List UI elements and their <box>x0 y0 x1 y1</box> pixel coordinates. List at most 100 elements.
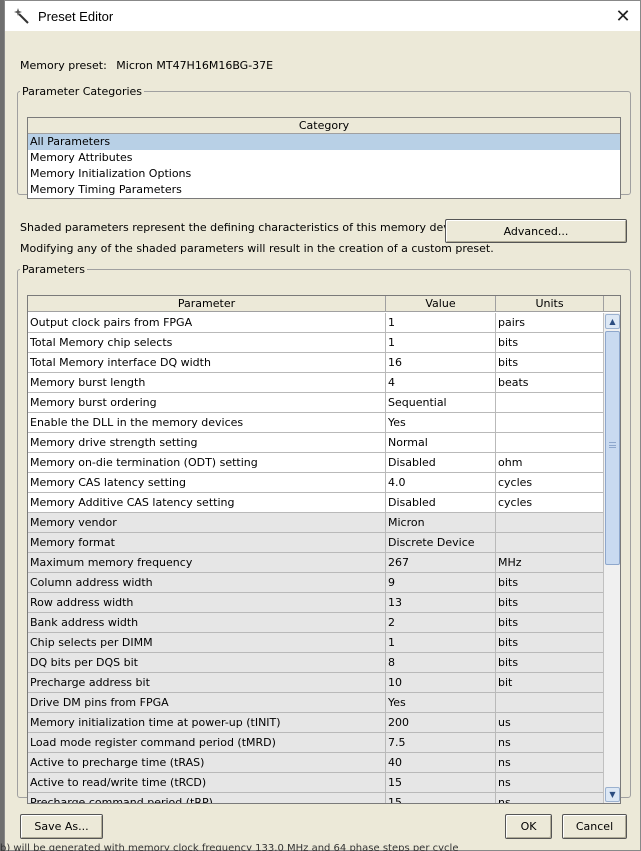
cell-units: cycles <box>496 473 604 492</box>
vertical-scrollbar[interactable]: ▲ ▼ <box>603 313 620 803</box>
cell-parameter: Column address width <box>28 573 386 592</box>
cell-value[interactable]: Disabled <box>386 453 496 472</box>
cell-value[interactable]: 15 <box>386 793 496 803</box>
cell-value[interactable]: 16 <box>386 353 496 372</box>
table-row[interactable]: Output clock pairs from FPGA 1 pairs <box>28 313 604 333</box>
cell-value[interactable]: 267 <box>386 553 496 572</box>
cell-parameter: Memory burst length <box>28 373 386 392</box>
memory-preset-value: Micron MT47H16M16BG-37E <box>116 59 274 72</box>
table-row[interactable]: Active to precharge time (tRAS) 40 ns <box>28 753 604 773</box>
cell-value[interactable]: 15 <box>386 773 496 792</box>
cell-value[interactable]: Sequential <box>386 393 496 412</box>
cell-value[interactable]: 4.0 <box>386 473 496 492</box>
cell-units: bits <box>496 353 604 372</box>
category-item-memory-initialization-options[interactable]: Memory Initialization Options <box>28 166 620 182</box>
cell-parameter: Bank address width <box>28 613 386 632</box>
cell-value[interactable]: 9 <box>386 573 496 592</box>
cell-value[interactable]: 1 <box>386 333 496 352</box>
memory-preset-line: Memory preset: Micron MT47H16M16BG-37E <box>20 59 273 72</box>
cell-value[interactable]: Yes <box>386 693 496 712</box>
header-value[interactable]: Value <box>386 296 496 311</box>
cell-units: bits <box>496 573 604 592</box>
cell-units: beats <box>496 373 604 392</box>
close-icon[interactable]: ✕ <box>612 5 634 27</box>
advanced-button[interactable]: Advanced... <box>445 219 627 243</box>
parameter-categories-legend: Parameter Categories <box>22 85 143 98</box>
header-parameter[interactable]: Parameter <box>28 296 386 311</box>
cell-value[interactable]: Normal <box>386 433 496 452</box>
table-row[interactable]: Row address width 13 bits <box>28 593 604 613</box>
category-item-memory-timing-parameters[interactable]: Memory Timing Parameters <box>28 182 620 198</box>
cancel-label: Cancel <box>575 820 614 833</box>
table-row[interactable]: Memory burst length 4 beats <box>28 373 604 393</box>
scroll-down-icon[interactable]: ▼ <box>605 787 620 802</box>
advanced-button-label: Advanced... <box>503 224 569 238</box>
cell-units <box>496 413 604 432</box>
cell-value[interactable]: 2 <box>386 613 496 632</box>
table-row[interactable]: Memory format Discrete Device <box>28 533 604 553</box>
cell-value[interactable]: Disabled <box>386 493 496 512</box>
cell-value[interactable]: 13 <box>386 593 496 612</box>
table-row[interactable]: Memory Additive CAS latency setting Disab… <box>28 493 604 513</box>
save-as-button[interactable]: Save As... <box>20 814 103 839</box>
table-row[interactable]: Memory on-die termination (ODT) setting D… <box>28 453 604 473</box>
cell-value[interactable]: Micron <box>386 513 496 532</box>
header-units[interactable]: Units <box>496 296 604 311</box>
table-row[interactable]: Load mode register command period (tMRD)… <box>28 733 604 753</box>
cell-parameter: Active to precharge time (tRAS) <box>28 753 386 772</box>
category-item-memory-attributes[interactable]: Memory Attributes <box>28 150 620 166</box>
table-row[interactable]: Precharge command period (tRP) 15 ns <box>28 793 604 803</box>
table-row[interactable]: Active to read/write time (tRCD) 15 ns <box>28 773 604 793</box>
cell-units: bit <box>496 673 604 692</box>
cell-parameter: Maximum memory frequency <box>28 553 386 572</box>
cell-parameter: Memory vendor <box>28 513 386 532</box>
ok-button[interactable]: OK <box>505 814 552 839</box>
cell-value[interactable]: 8 <box>386 653 496 672</box>
table-row[interactable]: Maximum memory frequency 267 MHz <box>28 553 604 573</box>
cell-parameter: Total Memory chip selects <box>28 333 386 352</box>
cell-parameter: Active to read/write time (tRCD) <box>28 773 386 792</box>
category-table: Category All Parameters Memory Attribute… <box>27 117 621 199</box>
table-row[interactable]: Memory CAS latency setting 4.0 cycles <box>28 473 604 493</box>
table-row[interactable]: DQ bits per DQS bit 8 bits <box>28 653 604 673</box>
cell-units: ns <box>496 773 604 792</box>
table-row[interactable]: Total Memory chip selects 1 bits <box>28 333 604 353</box>
table-row[interactable]: Column address width 9 bits <box>28 573 604 593</box>
table-row[interactable]: Enable the DLL in the memory devices Yes <box>28 413 604 433</box>
table-row[interactable]: Total Memory interface DQ width 16 bits <box>28 353 604 373</box>
cancel-button[interactable]: Cancel <box>562 814 627 839</box>
parameters-legend: Parameters <box>22 263 85 276</box>
cell-value[interactable]: 4 <box>386 373 496 392</box>
cell-value[interactable]: 200 <box>386 713 496 732</box>
cell-value[interactable]: 7.5 <box>386 733 496 752</box>
cell-value[interactable]: Yes <box>386 413 496 432</box>
scroll-thumb[interactable] <box>605 331 620 565</box>
save-as-label: Save As... <box>34 820 89 833</box>
scroll-up-icon[interactable]: ▲ <box>605 314 620 329</box>
cell-units <box>496 693 604 712</box>
table-row[interactable]: Bank address width 2 bits <box>28 613 604 633</box>
cell-value[interactable]: Discrete Device <box>386 533 496 552</box>
cell-value[interactable]: 1 <box>386 313 496 332</box>
table-row[interactable]: Memory drive strength setting Normal <box>28 433 604 453</box>
table-row[interactable]: Memory vendor Micron <box>28 513 604 533</box>
parameter-categories-group: Parameter Categories Category All Parame… <box>17 85 631 199</box>
cell-parameter: Row address width <box>28 593 386 612</box>
cell-parameter: Drive DM pins from FPGA <box>28 693 386 712</box>
table-row[interactable]: Memory initialization time at power-up (… <box>28 713 604 733</box>
table-row[interactable]: Chip selects per DIMM 1 bits <box>28 633 604 653</box>
cell-value[interactable]: 1 <box>386 633 496 652</box>
cell-parameter: Chip selects per DIMM <box>28 633 386 652</box>
table-row[interactable]: Drive DM pins from FPGA Yes <box>28 693 604 713</box>
category-item-all-parameters[interactable]: All Parameters <box>28 134 620 150</box>
cell-parameter: Enable the DLL in the memory devices <box>28 413 386 432</box>
category-column-header[interactable]: Category <box>28 118 620 134</box>
background-log-text: b) will be generated with memory clock f… <box>0 843 459 851</box>
cell-value[interactable]: 10 <box>386 673 496 692</box>
cell-parameter: Memory Additive CAS latency setting <box>28 493 386 512</box>
cell-value[interactable]: 40 <box>386 753 496 772</box>
table-row[interactable]: Precharge address bit 10 bit <box>28 673 604 693</box>
cell-units: ohm <box>496 453 604 472</box>
table-row[interactable]: Memory burst ordering Sequential <box>28 393 604 413</box>
cell-parameter: Memory drive strength setting <box>28 433 386 452</box>
